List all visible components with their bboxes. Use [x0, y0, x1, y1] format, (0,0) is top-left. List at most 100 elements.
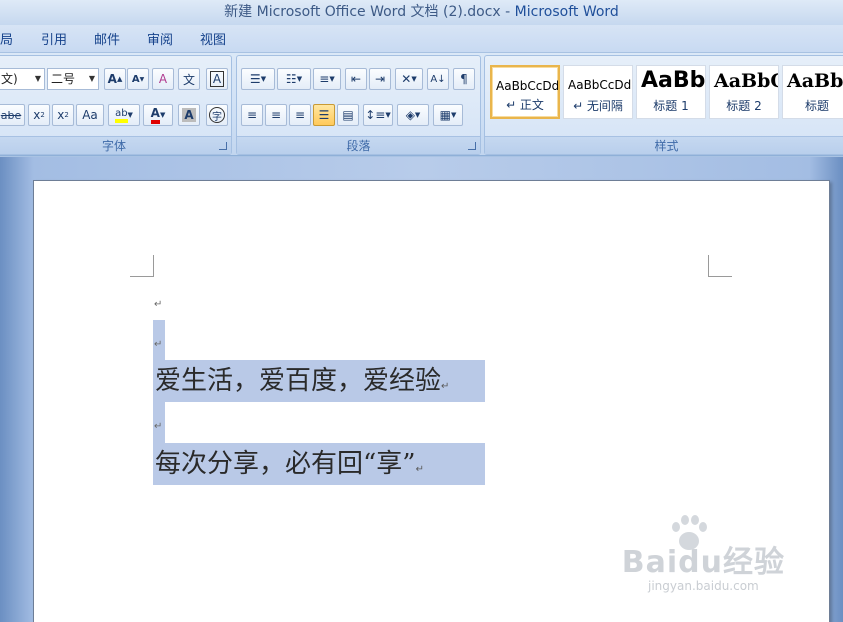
style-sample: AaBb — [641, 68, 706, 93]
document-line[interactable]: 爱生活，爱百度，爱经验↵ — [155, 360, 449, 408]
paragraph-mark: ↵ — [154, 421, 163, 432]
margin-corner-top-left — [130, 255, 154, 277]
paragraph-group: ☰ ▼ ☷ ▼ ≡ ▼ ⇤ ⇥ ✕ ▼ A↓ ¶ ≡ ≡ ≡ ☰ ▤ ↕≡ ▼ ◈ ▼ ▦ ▼… — [236, 55, 481, 155]
distributed-button[interactable]: ▤ — [337, 104, 359, 126]
tab-layout[interactable]: 局 — [0, 29, 13, 48]
strikethrough-icon: abe — [0, 108, 22, 122]
change-case-button[interactable]: Aa — [76, 104, 104, 126]
superscript-button[interactable]: x2 — [52, 104, 74, 126]
line-spacing-icon: ↕≡ — [365, 108, 386, 122]
font-name-combo[interactable]: 文) ▼ — [0, 68, 45, 90]
subscript-button[interactable]: x2 — [28, 104, 50, 126]
paragraph-mark: ↵ — [415, 464, 424, 475]
tab-references[interactable]: 引用 — [41, 29, 67, 48]
change-case-icon: Aa — [82, 108, 98, 122]
paragraph-mark: ↵ — [154, 339, 163, 350]
font-group: 文) ▼ 二号 ▼ A ▲ A ▼ A 文 A abe x2 x2 Aa ab ▼ A… — [0, 55, 232, 155]
phonetic-guide-button[interactable]: 文 — [178, 68, 200, 90]
chinese-layout-icon: ✕ — [401, 72, 412, 86]
clear-format-button[interactable]: A — [152, 68, 174, 90]
highlight-icon: ab — [115, 108, 128, 123]
increase-indent-icon: ⇥ — [374, 72, 386, 86]
style-normal[interactable]: AaBbCcDd ↵ 正文 — [490, 65, 560, 119]
document-page[interactable]: ↵ ↵ 爱生活，爱百度，爱经验↵ ↵ 每次分享，必有回“享”↵ Baidu经验 … — [33, 180, 830, 622]
bullets-button[interactable]: ☰ ▼ — [241, 68, 275, 90]
enclose-characters-button[interactable]: 字 — [206, 104, 228, 126]
chevron-down-icon: ▼ — [88, 74, 95, 83]
paw-icon — [671, 515, 707, 550]
line-spacing-button[interactable]: ↕≡ ▼ — [363, 104, 393, 126]
grow-font-icon: A — [107, 72, 117, 86]
align-center-button[interactable]: ≡ — [265, 104, 287, 126]
style-name: 标题 1 — [653, 99, 689, 113]
grow-font-button[interactable]: A ▲ — [104, 68, 126, 90]
align-right-icon: ≡ — [294, 108, 306, 122]
border-icon: ▦ — [439, 108, 451, 122]
justify-icon: ☰ — [318, 108, 330, 122]
chinese-layout-button[interactable]: ✕ ▼ — [395, 68, 423, 90]
increase-indent-button[interactable]: ⇥ — [369, 68, 391, 90]
watermark-url: jingyan.baidu.com — [648, 579, 759, 593]
shrink-font-button[interactable]: A ▼ — [127, 68, 149, 90]
show-marks-button[interactable]: ¶ — [453, 68, 475, 90]
bullet-list-icon: ☰ — [249, 72, 261, 86]
align-left-icon: ≡ — [246, 108, 258, 122]
paint-bucket-icon: ◈ — [405, 108, 415, 122]
style-no-spacing[interactable]: AaBbCcDd ↵ 无间隔 — [563, 65, 633, 119]
multilevel-list-icon: ≡ — [319, 72, 330, 86]
styles-group: AaBbCcDd ↵ 正文 AaBbCcDd ↵ 无间隔 AaBb 标题 1 A… — [484, 55, 843, 155]
character-shading-icon: A — [182, 108, 196, 122]
shading-button[interactable]: ◈ ▼ — [397, 104, 429, 126]
multilevel-list-button[interactable]: ≡ ▼ — [313, 68, 341, 90]
document-title: 新建 Microsoft Office Word 文档 (2).docx — [224, 4, 501, 20]
shrink-font-icon: A — [131, 73, 140, 85]
character-border-button[interactable]: A — [206, 68, 228, 90]
strikethrough-button[interactable]: abe — [0, 104, 25, 126]
title-separator: - — [500, 4, 515, 20]
document-line-text: 爱生活，爱百度，爱经验 — [155, 366, 442, 396]
style-sample: AaBbC — [714, 70, 779, 92]
document-line[interactable]: 每次分享，必有回“享”↵ — [155, 443, 424, 491]
style-title[interactable]: AaBbC 标题 — [782, 65, 843, 119]
sort-button[interactable]: A↓ — [427, 68, 449, 90]
paragraph-dialog-launcher[interactable] — [468, 142, 476, 150]
align-center-icon: ≡ — [270, 108, 282, 122]
chevron-down-icon: ▼ — [34, 74, 41, 83]
font-size-combo[interactable]: 二号 ▼ — [47, 68, 99, 90]
font-color-icon: A — [150, 106, 160, 124]
style-sample: AaBbC — [787, 70, 843, 92]
enclose-characters-icon: 字 — [209, 107, 225, 123]
numbering-button[interactable]: ☷ ▼ — [277, 68, 311, 90]
style-heading-1[interactable]: AaBb 标题 1 — [636, 65, 706, 119]
font-dialog-launcher[interactable] — [219, 142, 227, 150]
sort-icon: A↓ — [430, 73, 446, 85]
tab-view[interactable]: 视图 — [200, 29, 226, 48]
tab-mailings[interactable]: 邮件 — [94, 29, 120, 48]
style-name: ↵ 正文 — [506, 98, 544, 112]
borders-button[interactable]: ▦ ▼ — [433, 104, 463, 126]
margin-corner-top-right — [708, 255, 732, 277]
paragraph-mark: ↵ — [441, 381, 450, 392]
paragraph-group-label: 段落 — [237, 136, 480, 154]
superscript-icon: x — [57, 108, 65, 122]
style-name: ↵ 无间隔 — [573, 99, 623, 113]
character-shading-button[interactable]: A — [178, 104, 200, 126]
align-right-button[interactable]: ≡ — [289, 104, 311, 126]
subscript-icon: x — [33, 108, 41, 122]
app-name: Microsoft Word — [514, 4, 619, 20]
highlight-button[interactable]: ab ▼ — [108, 104, 140, 126]
style-heading-2[interactable]: AaBbC 标题 2 — [709, 65, 779, 119]
font-name-value: 文) — [1, 72, 18, 86]
font-color-button[interactable]: A ▼ — [143, 104, 173, 126]
tab-review[interactable]: 审阅 — [147, 29, 173, 48]
decrease-indent-button[interactable]: ⇤ — [345, 68, 367, 90]
styles-group-label: 样式 — [485, 136, 843, 154]
font-size-value: 二号 — [51, 72, 76, 86]
phonetic-guide-icon: 文 — [182, 72, 195, 87]
align-left-button[interactable]: ≡ — [241, 104, 263, 126]
baidu-watermark: Baidu经验 jingyan.baidu.com — [622, 515, 785, 593]
distributed-icon: ▤ — [342, 108, 354, 122]
justify-button[interactable]: ☰ — [313, 104, 335, 126]
title-bar: 新建 Microsoft Office Word 文档 (2).docx - M… — [0, 0, 843, 25]
decrease-indent-icon: ⇤ — [350, 72, 362, 86]
